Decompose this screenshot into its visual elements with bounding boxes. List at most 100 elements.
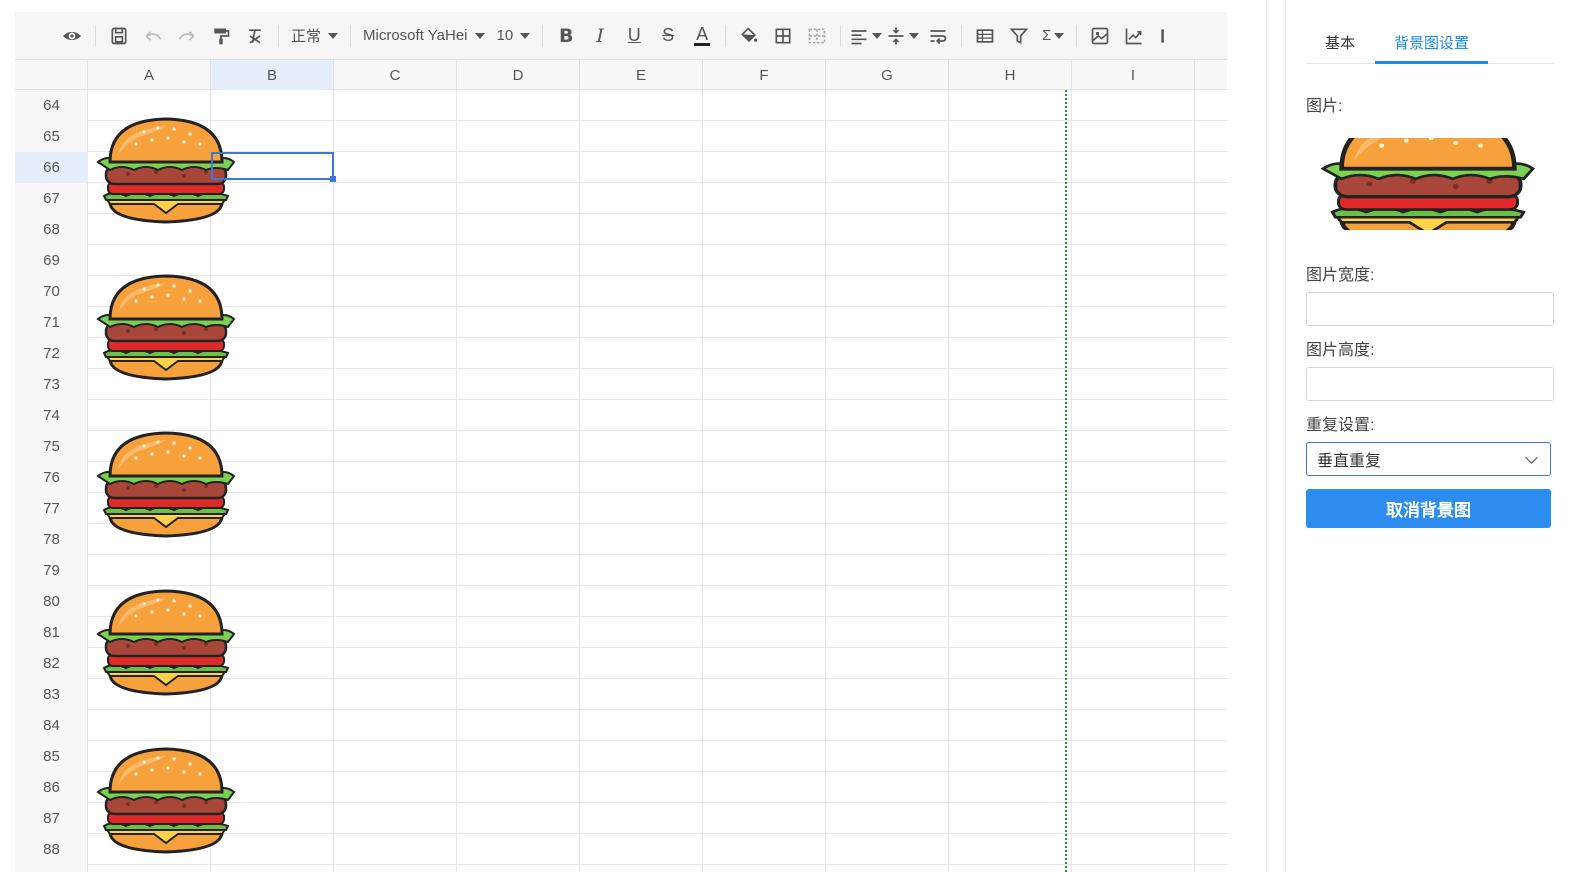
column-header-h[interactable]: H	[949, 60, 1072, 90]
image-height-input[interactable]	[1306, 367, 1554, 401]
chevron-down-icon	[1525, 451, 1538, 464]
row-header-item[interactable]: 77	[15, 493, 88, 524]
sum-icon[interactable]: Σ	[1038, 21, 1068, 51]
toolbar-divider	[725, 24, 727, 47]
fill-handle[interactable]	[330, 176, 336, 182]
row-header-item[interactable]: 64	[15, 90, 88, 121]
caret-down-icon	[909, 32, 920, 39]
settings-panel: 基本 背景图设置 图片: 图片宽度: 图片高度: 重复设置: 垂直重复 取消背景…	[1306, 0, 1556, 872]
row-header-item[interactable]: 68	[15, 214, 88, 245]
row-header-item[interactable]: 74	[15, 400, 88, 431]
image-width-label: 图片宽度:	[1306, 267, 1375, 284]
column-header-c[interactable]: C	[334, 60, 457, 90]
row-header-item[interactable]: 70	[15, 276, 88, 307]
align-icon[interactable]	[849, 21, 883, 51]
valign-icon[interactable]	[886, 21, 920, 51]
toolbar-divider	[961, 24, 963, 47]
tab-background-image[interactable]: 背景图设置	[1375, 26, 1488, 64]
row-header-item[interactable]: 72	[15, 338, 88, 369]
select-all-corner[interactable]	[15, 60, 88, 90]
caret-down-icon	[520, 32, 531, 39]
toolbar-divider	[278, 24, 279, 47]
active-cell-selection[interactable]	[211, 152, 336, 182]
caret-down-icon	[1054, 32, 1065, 39]
image-label: 图片:	[1306, 98, 1343, 115]
cancel-background-button[interactable]: 取消背景图	[1306, 489, 1551, 528]
column-header-g[interactable]: G	[826, 60, 949, 90]
column-header-d[interactable]: D	[457, 60, 580, 90]
row-header-item[interactable]: 66	[15, 152, 88, 183]
column-header-i[interactable]: I	[1072, 60, 1195, 90]
panel-tabs: 基本 背景图设置	[1306, 26, 1554, 64]
column-header-a[interactable]: A	[88, 60, 211, 90]
freeze-icon[interactable]	[970, 21, 1000, 51]
more-icon[interactable]	[1153, 21, 1183, 51]
column-header: A B C D E F G H I	[15, 60, 1227, 90]
spreadsheet: 正常 Microsoft YaHei 10 B I U S A Σ A B C …	[15, 12, 1227, 872]
column-header-f[interactable]: F	[703, 60, 826, 90]
font-color-icon[interactable]: A	[687, 21, 717, 51]
row-header-item[interactable]: 85	[15, 741, 88, 772]
undo-icon[interactable]	[138, 21, 168, 51]
format-painter-icon[interactable]	[206, 21, 236, 51]
row-header-item[interactable]: 71	[15, 307, 88, 338]
font-size-select[interactable]: 10	[491, 21, 537, 51]
background-image-preview[interactable]	[1320, 138, 1536, 230]
image-width-input[interactable]	[1306, 292, 1554, 326]
paint-format-label: 正常	[291, 28, 322, 45]
filter-icon[interactable]	[1004, 21, 1034, 51]
row-header-item[interactable]: 76	[15, 462, 88, 493]
paint-format-select[interactable]: 正常	[285, 21, 344, 51]
row-header-item[interactable]: 65	[15, 121, 88, 152]
row-header-item[interactable]: 80	[15, 586, 88, 617]
toolbar-divider	[840, 24, 842, 47]
row-header-item[interactable]: 75	[15, 431, 88, 462]
row-header-item[interactable]: 67	[15, 183, 88, 214]
toolbar: 正常 Microsoft YaHei 10 B I U S A Σ	[15, 12, 1227, 60]
eye-icon[interactable]	[57, 21, 87, 51]
font-family-label: Microsoft YaHei	[363, 27, 468, 44]
save-icon[interactable]	[104, 21, 134, 51]
image-height-label: 图片高度:	[1306, 342, 1375, 359]
repeat-setting-label: 重复设置:	[1306, 417, 1375, 434]
image-icon[interactable]	[1085, 21, 1115, 51]
row-header-item[interactable]: 86	[15, 772, 88, 803]
strikethrough-icon[interactable]: S	[653, 21, 683, 51]
row-header-item[interactable]: 84	[15, 710, 88, 741]
repeat-setting-select[interactable]: 垂直重复	[1306, 442, 1551, 476]
row-header-item[interactable]: 69	[15, 245, 88, 276]
row-header-item[interactable]: 79	[15, 555, 88, 586]
row-header: 64 65 66 67 68 69 70 71 72 73 74 75 76 7…	[15, 90, 88, 872]
row-header-item[interactable]: 88	[15, 834, 88, 865]
panel-divider	[1266, 0, 1286, 872]
tab-basic[interactable]: 基本	[1314, 26, 1366, 64]
clear-format-icon[interactable]	[240, 21, 270, 51]
row-header-item[interactable]: 83	[15, 679, 88, 710]
row-header-item[interactable]: 73	[15, 369, 88, 400]
italic-icon[interactable]: I	[585, 21, 615, 51]
underline-icon[interactable]: U	[619, 21, 649, 51]
row-header-item[interactable]: 82	[15, 648, 88, 679]
caret-down-icon	[474, 32, 485, 39]
merge-cells-icon[interactable]	[802, 21, 832, 51]
chart-icon[interactable]	[1119, 21, 1149, 51]
caret-down-icon	[328, 32, 339, 39]
toolbar-divider	[350, 24, 352, 47]
sum-glyph: Σ	[1042, 27, 1052, 44]
cell-grid[interactable]	[88, 90, 1227, 872]
row-header-item[interactable]: 87	[15, 803, 88, 834]
column-header-b[interactable]: B	[211, 60, 334, 90]
toolbar-divider	[542, 24, 544, 47]
font-size-label: 10	[496, 27, 514, 44]
fill-color-icon[interactable]	[734, 21, 764, 51]
redo-icon[interactable]	[172, 21, 202, 51]
burger-image	[96, 588, 236, 698]
border-icon[interactable]	[768, 21, 798, 51]
burger-image	[96, 273, 236, 383]
column-header-e[interactable]: E	[580, 60, 703, 90]
bold-icon[interactable]: B	[551, 21, 581, 51]
row-header-item[interactable]: 78	[15, 524, 88, 555]
wrap-text-icon[interactable]	[923, 21, 953, 51]
font-family-select[interactable]: Microsoft YaHei	[357, 21, 490, 51]
row-header-item[interactable]: 81	[15, 617, 88, 648]
